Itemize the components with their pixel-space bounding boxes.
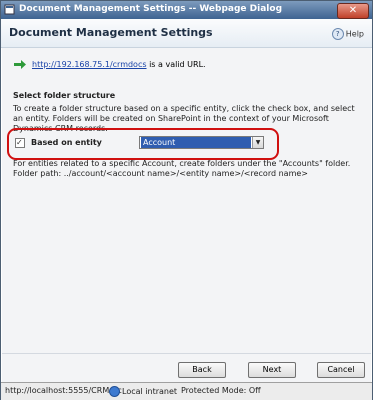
page-title: Document Management Settings [9,26,213,39]
entity-select[interactable]: Account ▼ [139,136,264,149]
cancel-button[interactable]: Cancel [317,362,365,378]
close-button[interactable]: ✕ [337,3,369,19]
entity-description: For entities related to a specific Accou… [13,159,365,179]
dialog-header: Document Management Settings ? Help [1,19,372,48]
zone-label: Local intranet [122,387,178,396]
zone-indicator: Local intranet [109,386,177,397]
help-link[interactable]: ? Help [331,28,364,40]
entity-folder-note: For entities related to a specific Accou… [13,159,351,168]
window-title: Document Management Settings -- Webpage … [19,4,283,14]
help-label: Help [345,29,364,39]
entity-select-value: Account [141,137,251,148]
protected-mode-status: Protected Mode: Off [181,386,261,395]
ie-page-icon [4,4,15,15]
next-button[interactable]: Next [248,362,296,378]
button-bar: Back Next Cancel [2,353,371,382]
url-valid-text: is a valid URL. [149,60,206,69]
back-button[interactable]: Back [178,362,226,378]
sharepoint-url-link[interactable]: http://192.168.75.1/crmdocs [32,60,147,69]
help-icon: ? [331,28,344,40]
based-on-entity-label[interactable]: Based on entity [31,138,102,147]
status-url: http://localhost:5555/CRM-Kc [5,386,122,395]
section-title: Select folder structure [13,91,116,100]
dialog-window: Document Management Settings -- Webpage … [0,0,373,400]
url-validation-row: http://192.168.75.1/crmdocs is a valid U… [14,60,206,69]
arrow-right-icon [14,60,26,69]
chevron-down-icon[interactable]: ▼ [252,137,263,148]
content-area: http://192.168.75.1/crmdocs is a valid U… [2,48,371,353]
status-bar: http://localhost:5555/CRM-Kc Local intra… [1,382,372,400]
folder-path: Folder path: ../account/<account name>/<… [13,169,308,178]
globe-icon [109,386,120,397]
based-on-entity-checkbox[interactable]: ✓ [15,138,25,148]
title-bar: Document Management Settings -- Webpage … [1,1,372,19]
